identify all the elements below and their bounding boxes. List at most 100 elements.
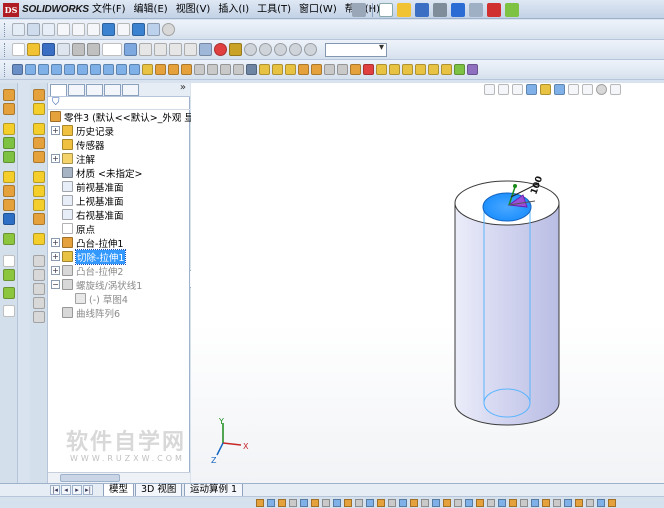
status-tool-icon[interactable] bbox=[289, 498, 297, 507]
chamfer-icon[interactable] bbox=[168, 64, 179, 75]
toolbar-check-icon[interactable] bbox=[454, 64, 465, 75]
zoom-fit-icon[interactable] bbox=[42, 23, 55, 36]
toolbar-grip[interactable] bbox=[4, 62, 7, 77]
arrow-handle[interactable] bbox=[513, 184, 517, 188]
mass-properties-icon[interactable] bbox=[389, 64, 400, 75]
normal-to-icon[interactable] bbox=[142, 64, 153, 75]
menu-edit[interactable]: 编辑(E) bbox=[130, 0, 172, 19]
sweep-icon[interactable] bbox=[298, 64, 309, 75]
left-icon[interactable] bbox=[51, 64, 62, 75]
measure-icon[interactable] bbox=[376, 64, 387, 75]
spline-tool-icon[interactable] bbox=[3, 151, 15, 163]
pattern-icon[interactable] bbox=[233, 64, 244, 75]
status-tool-icon[interactable] bbox=[366, 498, 374, 507]
centerline-tool-icon[interactable] bbox=[3, 213, 15, 225]
status-tool-icon[interactable] bbox=[377, 498, 385, 507]
status-tool-icon[interactable] bbox=[564, 498, 572, 507]
view-right-icon[interactable] bbox=[117, 23, 130, 36]
scrollbar-thumb[interactable] bbox=[60, 474, 120, 482]
status-tool-icon[interactable] bbox=[454, 498, 462, 507]
pin-icon[interactable] bbox=[352, 2, 366, 17]
open-folder-icon[interactable] bbox=[397, 2, 411, 17]
view-selected-icon[interactable] bbox=[102, 23, 115, 36]
tree-item-extrude-boss-1[interactable]: + 凸台-拉伸1 bbox=[51, 236, 123, 250]
tree-item-front-plane[interactable]: 前视基准面 bbox=[51, 180, 124, 194]
tab-configuration-manager[interactable] bbox=[86, 83, 103, 96]
draft-tool-icon[interactable] bbox=[33, 283, 45, 295]
menu-insert[interactable]: 插入(I) bbox=[214, 0, 253, 19]
menu-window[interactable]: 窗口(W) bbox=[295, 0, 341, 19]
revolve-tool-icon[interactable] bbox=[33, 103, 45, 115]
circle-tool-icon[interactable] bbox=[3, 123, 15, 135]
back-icon[interactable] bbox=[38, 64, 49, 75]
expand-toggle[interactable]: + bbox=[51, 126, 60, 135]
smart-dimension-icon[interactable] bbox=[27, 23, 40, 36]
expand-toggle[interactable]: + bbox=[51, 252, 60, 261]
grid-icon[interactable] bbox=[139, 43, 152, 56]
section-properties-icon[interactable] bbox=[402, 64, 413, 75]
layers-icon[interactable] bbox=[169, 43, 182, 56]
sphere-icon[interactable] bbox=[162, 23, 175, 36]
rectangle-tool-icon[interactable] bbox=[3, 103, 15, 115]
menu-file[interactable]: 文件(F) bbox=[88, 0, 130, 19]
status-tool-icon[interactable] bbox=[410, 498, 418, 507]
new-document-icon[interactable] bbox=[379, 2, 393, 17]
wrap-tool-icon[interactable] bbox=[33, 311, 45, 323]
status-tool-icon[interactable] bbox=[267, 498, 275, 507]
draft-icon[interactable] bbox=[207, 64, 218, 75]
status-tool-icon[interactable] bbox=[509, 498, 517, 507]
instant3d-icon[interactable] bbox=[285, 64, 296, 75]
next-tab-icon[interactable]: ▸ bbox=[72, 485, 82, 495]
toolbar-grip[interactable] bbox=[4, 22, 7, 37]
top-icon[interactable] bbox=[77, 64, 88, 75]
status-tool-icon[interactable] bbox=[586, 498, 594, 507]
status-tool-icon[interactable] bbox=[421, 498, 429, 507]
render-icon[interactable] bbox=[304, 43, 317, 56]
line-tool-icon[interactable] bbox=[3, 89, 15, 101]
tree-item-extrude-cut-1[interactable]: + 切除-拉伸1 bbox=[51, 248, 127, 265]
trimetric-icon[interactable] bbox=[116, 64, 127, 75]
status-tool-icon[interactable] bbox=[300, 498, 308, 507]
dimetric-icon[interactable] bbox=[129, 64, 140, 75]
save-file-icon[interactable] bbox=[42, 43, 55, 56]
status-tool-icon[interactable] bbox=[333, 498, 341, 507]
status-tool-icon[interactable] bbox=[520, 498, 528, 507]
status-tool-icon[interactable] bbox=[443, 498, 451, 507]
tree-item-curve-pattern[interactable]: 曲线阵列6 bbox=[51, 306, 120, 320]
filter-icon[interactable]: ⛉ bbox=[52, 98, 62, 108]
chamfer-tool-icon[interactable] bbox=[33, 185, 45, 197]
configuration-dropdown[interactable] bbox=[325, 42, 387, 57]
tab-feature-tree[interactable] bbox=[50, 83, 67, 96]
status-tool-icon[interactable] bbox=[487, 498, 495, 507]
pattern-tool-icon[interactable] bbox=[33, 213, 45, 225]
tab-property-manager[interactable] bbox=[68, 83, 85, 96]
redo-action-icon[interactable] bbox=[87, 43, 100, 56]
dome-tool-icon[interactable] bbox=[33, 297, 45, 309]
display-relations-icon[interactable] bbox=[3, 305, 15, 317]
status-tool-icon[interactable] bbox=[344, 498, 352, 507]
snap-icon[interactable] bbox=[154, 43, 167, 56]
check-icon[interactable] bbox=[363, 64, 374, 75]
tree-item-sketch4[interactable]: (-) 草图4 bbox=[64, 292, 128, 306]
tree-item-material[interactable]: 材质 <未指定> bbox=[51, 166, 142, 180]
expand-toggle[interactable]: − bbox=[51, 280, 60, 289]
tree-item-origin[interactable]: 原点 bbox=[51, 222, 95, 236]
camera-icon[interactable] bbox=[274, 43, 287, 56]
mirror-entities-icon[interactable] bbox=[3, 269, 15, 281]
tree-item-sensors[interactable]: 传感器 bbox=[51, 138, 105, 152]
wrap-icon[interactable] bbox=[324, 64, 335, 75]
linear-pattern-icon[interactable] bbox=[3, 287, 15, 299]
slot-tool-icon[interactable] bbox=[3, 185, 15, 197]
status-tool-icon[interactable] bbox=[465, 498, 473, 507]
tree-item-right-plane[interactable]: 右视基准面 bbox=[51, 208, 124, 222]
section-view-icon[interactable] bbox=[12, 64, 23, 75]
options-icon[interactable] bbox=[505, 2, 519, 17]
rib-tool-icon[interactable] bbox=[33, 269, 45, 281]
status-tool-icon[interactable] bbox=[432, 498, 440, 507]
status-tool-icon[interactable] bbox=[388, 498, 396, 507]
status-tool-icon[interactable] bbox=[399, 498, 407, 507]
decal-icon[interactable] bbox=[289, 43, 302, 56]
trim-tool-icon[interactable] bbox=[3, 233, 15, 245]
status-tool-icon[interactable] bbox=[476, 498, 484, 507]
expand-toggle[interactable]: + bbox=[51, 238, 60, 247]
